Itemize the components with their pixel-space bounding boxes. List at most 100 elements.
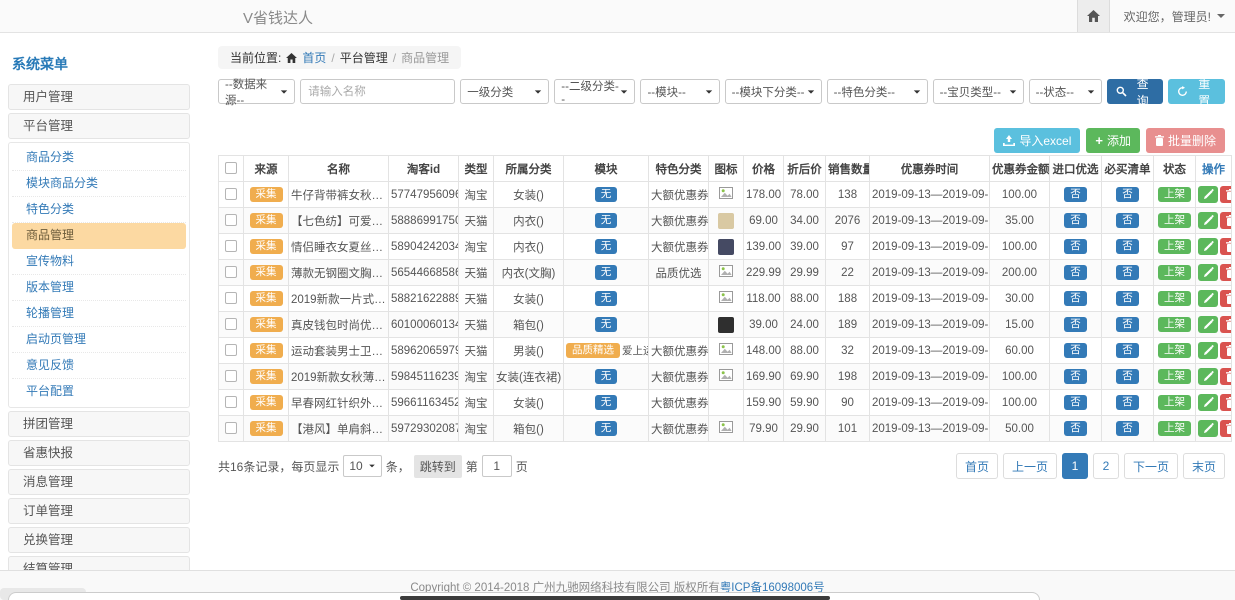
filter-select-2[interactable]: --二级分类-- <box>554 79 635 104</box>
page-number-input[interactable] <box>482 455 512 477</box>
jump-button[interactable]: 跳转到 <box>414 455 462 478</box>
add-button[interactable]: + 添加 <box>1086 128 1140 153</box>
user-menu[interactable]: 欢迎您，管理员! <box>1124 8 1225 25</box>
sidebar-item-启动页管理[interactable]: 启动页管理 <box>12 327 186 353</box>
sidebar-item-平台配置[interactable]: 平台配置 <box>12 379 186 405</box>
must-buy-toggle[interactable]: 否 <box>1116 187 1139 202</box>
delete-button[interactable] <box>1220 238 1232 255</box>
import-select-toggle[interactable]: 否 <box>1064 265 1087 280</box>
sidebar-item-意见反馈[interactable]: 意见反馈 <box>12 353 186 379</box>
import-select-toggle[interactable]: 否 <box>1064 213 1087 228</box>
edit-button[interactable] <box>1198 186 1218 203</box>
reset-button[interactable]: 重置 <box>1168 79 1225 104</box>
status-badge[interactable]: 上架 <box>1158 395 1191 410</box>
page-button-上一页[interactable]: 上一页 <box>1003 453 1057 479</box>
sidebar-item-省惠快报[interactable]: 省惠快报 <box>8 440 190 466</box>
delete-button[interactable] <box>1220 212 1232 229</box>
sidebar-item-拼团管理[interactable]: 拼团管理 <box>8 411 190 437</box>
edit-button[interactable] <box>1198 316 1218 333</box>
status-badge[interactable]: 上架 <box>1158 265 1191 280</box>
row-checkbox[interactable] <box>225 292 237 304</box>
import-excel-button[interactable]: 导入excel <box>994 128 1080 153</box>
sidebar-item-轮播管理[interactable]: 轮播管理 <box>12 301 186 327</box>
page-button-末页[interactable]: 末页 <box>1183 453 1225 479</box>
must-buy-toggle[interactable]: 否 <box>1116 395 1139 410</box>
row-checkbox[interactable] <box>225 396 237 408</box>
delete-button[interactable] <box>1220 186 1232 203</box>
per-page-select[interactable]: 10 <box>343 455 381 477</box>
page-button-1[interactable]: 1 <box>1062 453 1088 479</box>
page-button-下一页[interactable]: 下一页 <box>1124 453 1178 479</box>
import-select-toggle[interactable]: 否 <box>1064 395 1087 410</box>
import-select-toggle[interactable]: 否 <box>1064 369 1087 384</box>
edit-button[interactable] <box>1198 394 1218 411</box>
import-select-toggle[interactable]: 否 <box>1064 291 1087 306</box>
breadcrumb-home-link[interactable]: 首页 <box>302 49 326 66</box>
edit-button[interactable] <box>1198 420 1218 437</box>
edit-button[interactable] <box>1198 368 1218 385</box>
delete-button[interactable] <box>1220 290 1232 307</box>
delete-button[interactable] <box>1220 394 1232 411</box>
status-badge[interactable]: 上架 <box>1158 421 1191 436</box>
must-buy-toggle[interactable]: 否 <box>1116 239 1139 254</box>
sidebar-item-兑换管理[interactable]: 兑换管理 <box>8 527 190 553</box>
row-checkbox[interactable] <box>225 188 237 200</box>
must-buy-toggle[interactable]: 否 <box>1116 213 1139 228</box>
status-badge[interactable]: 上架 <box>1158 291 1191 306</box>
status-badge[interactable]: 上架 <box>1158 213 1191 228</box>
row-checkbox[interactable] <box>225 214 237 226</box>
row-checkbox[interactable] <box>225 318 237 330</box>
import-select-toggle[interactable]: 否 <box>1064 239 1087 254</box>
row-checkbox[interactable] <box>225 344 237 356</box>
edit-button[interactable] <box>1198 238 1218 255</box>
import-select-toggle[interactable]: 否 <box>1064 343 1087 358</box>
delete-button[interactable] <box>1220 368 1232 385</box>
status-badge[interactable]: 上架 <box>1158 343 1191 358</box>
page-button-2[interactable]: 2 <box>1093 453 1119 479</box>
delete-button[interactable] <box>1220 264 1232 281</box>
must-buy-toggle[interactable]: 否 <box>1116 421 1139 436</box>
page-button-首页[interactable]: 首页 <box>956 453 998 479</box>
must-buy-toggle[interactable]: 否 <box>1116 343 1139 358</box>
home-button[interactable] <box>1077 0 1110 32</box>
filter-select-5[interactable]: --特色分类-- <box>827 79 928 104</box>
filter-select-6[interactable]: --宝贝类型-- <box>933 79 1024 104</box>
sidebar-item-宣传物料[interactable]: 宣传物料 <box>12 249 186 275</box>
filter-select-3[interactable]: --模块-- <box>640 79 719 104</box>
data-source-select[interactable]: --数据来源-- <box>218 79 295 104</box>
sidebar-item-商品分类[interactable]: 商品分类 <box>12 145 186 171</box>
sidebar-item-结算管理[interactable]: 结算管理 <box>8 556 190 570</box>
row-checkbox[interactable] <box>225 240 237 252</box>
row-checkbox[interactable] <box>225 422 237 434</box>
sidebar-item-特色分类[interactable]: 特色分类 <box>12 197 186 223</box>
status-badge[interactable]: 上架 <box>1158 317 1191 332</box>
filter-select-4[interactable]: --模块下分类-- <box>725 79 822 104</box>
row-checkbox[interactable] <box>225 266 237 278</box>
import-select-toggle[interactable]: 否 <box>1064 317 1087 332</box>
delete-button[interactable] <box>1220 342 1232 359</box>
search-button[interactable]: 查询 <box>1107 79 1164 104</box>
edit-button[interactable] <box>1198 264 1218 281</box>
delete-button[interactable] <box>1220 420 1232 437</box>
sidebar-item-版本管理[interactable]: 版本管理 <box>12 275 186 301</box>
delete-button[interactable] <box>1220 316 1232 333</box>
sidebar-item-平台管理[interactable]: 平台管理 <box>8 113 190 139</box>
sidebar-item-模块商品分类[interactable]: 模块商品分类 <box>12 171 186 197</box>
must-buy-toggle[interactable]: 否 <box>1116 291 1139 306</box>
sidebar-item-用户管理[interactable]: 用户管理 <box>8 84 190 110</box>
status-badge[interactable]: 上架 <box>1158 369 1191 384</box>
must-buy-toggle[interactable]: 否 <box>1116 317 1139 332</box>
sidebar-item-消息管理[interactable]: 消息管理 <box>8 469 190 495</box>
sidebar-item-订单管理[interactable]: 订单管理 <box>8 498 190 524</box>
edit-button[interactable] <box>1198 342 1218 359</box>
import-select-toggle[interactable]: 否 <box>1064 421 1087 436</box>
row-checkbox[interactable] <box>225 370 237 382</box>
must-buy-toggle[interactable]: 否 <box>1116 265 1139 280</box>
filter-select-1[interactable]: 一级分类 <box>460 79 549 104</box>
must-buy-toggle[interactable]: 否 <box>1116 369 1139 384</box>
name-search-input[interactable] <box>300 79 455 104</box>
edit-button[interactable] <box>1198 290 1218 307</box>
edit-button[interactable] <box>1198 212 1218 229</box>
filter-select-7[interactable]: --状态-- <box>1029 79 1102 104</box>
sidebar-item-商品管理[interactable]: 商品管理 <box>12 223 186 249</box>
